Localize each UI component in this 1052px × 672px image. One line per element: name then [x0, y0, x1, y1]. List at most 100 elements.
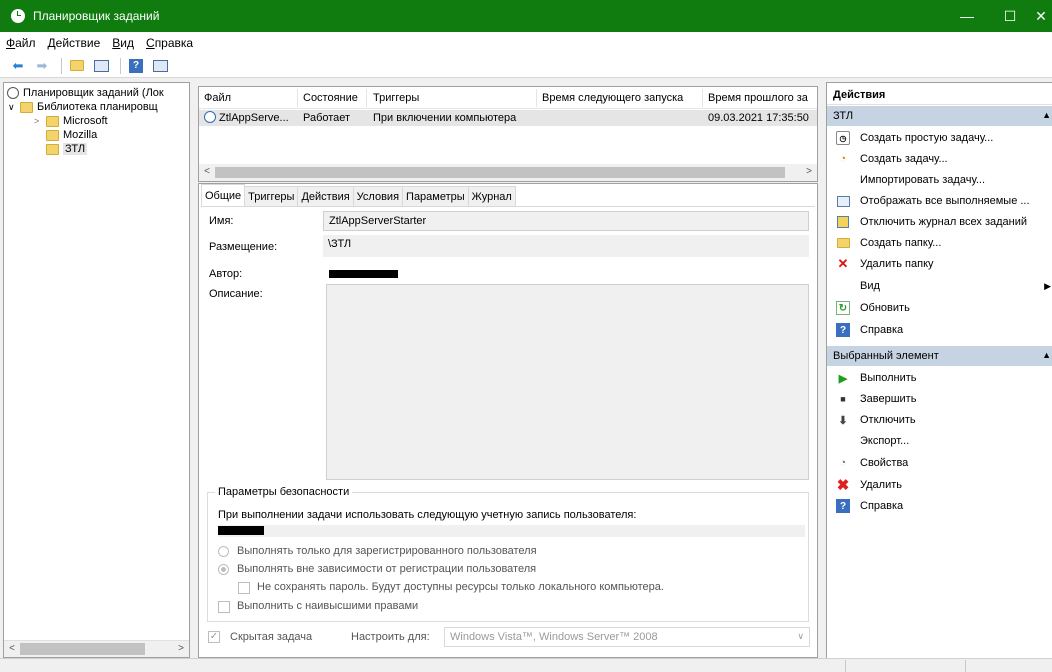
tree-horizontal-scrollbar[interactable]: < > [4, 640, 189, 657]
action-display-running-tasks[interactable]: Отображать все выполняемые ... [827, 191, 1052, 211]
tree-item-microsoft[interactable]: > Microsoft [34, 114, 108, 128]
folder-icon [46, 129, 59, 141]
menu-view[interactable]: Вид [112, 36, 134, 50]
action-label: Экспорт... [860, 435, 910, 447]
running-tasks-icon [836, 194, 850, 208]
maximize-button[interactable]: ☐ [990, 0, 1030, 32]
actions-section-selected-item[interactable]: Выбранный элемент ▲ [827, 346, 1052, 366]
menu-help[interactable]: Справка [146, 36, 193, 50]
action-delete[interactable]: ✖ Удалить [827, 475, 1052, 495]
title-bar: Планировщик заданий — ☐ ✕ [0, 0, 1052, 32]
tree-root[interactable]: Планировщик заданий (Лок [7, 86, 164, 100]
radio-logged-on-only[interactable] [218, 546, 229, 557]
action-disable-history[interactable]: Отключить журнал всех заданий [827, 212, 1052, 232]
tab-history[interactable]: Журнал [467, 186, 516, 206]
tab-actions[interactable]: Действия [297, 186, 354, 206]
tree-item-mozilla[interactable]: Mozilla [46, 128, 97, 142]
menu-file[interactable]: Файл [6, 36, 36, 50]
menu-action[interactable]: Действие [48, 36, 101, 50]
configure-for-value: Windows Vista™, Windows Server™ 2008 [450, 631, 658, 643]
toolbar: ⬅ ➡ ? [0, 54, 1052, 78]
tab-triggers[interactable]: Триггеры [244, 186, 299, 206]
disable-icon: ⬇ [838, 414, 848, 427]
action-refresh[interactable]: ↻ Обновить [827, 298, 1052, 318]
help-icon: ? [836, 323, 850, 337]
action-import-task[interactable]: Импортировать задачу... [827, 170, 1052, 190]
column-header-last-run[interactable]: Время прошлого за [708, 92, 808, 104]
action-view[interactable]: Вид ▶ [827, 276, 1052, 296]
chevron-down-icon[interactable]: ∨ [8, 102, 20, 113]
collapse-arrow-icon[interactable]: ▲ [1042, 110, 1051, 120]
action-end[interactable]: ■ Завершить [827, 389, 1052, 409]
configure-for-label: Настроить для: [351, 631, 430, 643]
folder-up-icon[interactable] [67, 57, 87, 75]
column-header-state[interactable]: Состояние [303, 92, 358, 104]
column-header-next-run[interactable]: Время следующего запуска [542, 92, 683, 104]
run-icon: ▶ [838, 372, 848, 385]
account-text: При выполнении задачи использовать следу… [218, 509, 637, 521]
table-row[interactable]: ZtlAppServe... Работает При включении ко… [199, 110, 817, 126]
do-not-store-password-label: Не сохранять пароль. Будут доступны ресу… [257, 581, 664, 593]
create-task-icon: ◔ [839, 153, 847, 165]
status-bar [0, 658, 1052, 672]
action-help-selected[interactable]: ? Справка [827, 496, 1052, 516]
action-properties[interactable]: ◔ Свойства [827, 453, 1052, 473]
create-basic-task-icon: ◷ [836, 131, 850, 145]
configure-for-select[interactable]: Windows Vista™, Windows Server™ 2008 ∨ [444, 627, 810, 647]
scroll-right-icon[interactable]: > [802, 165, 816, 179]
location-field[interactable]: \ЗТЛ [323, 235, 809, 257]
chevron-right-icon[interactable]: > [34, 116, 46, 126]
action-run[interactable]: ▶ Выполнить [827, 368, 1052, 388]
submenu-arrow-icon: ▶ [1044, 280, 1051, 291]
scroll-thumb[interactable] [215, 167, 785, 178]
help-icon[interactable]: ? [126, 57, 146, 75]
tab-general[interactable]: Общие [201, 184, 246, 206]
clock-icon [7, 87, 19, 99]
scroll-thumb[interactable] [20, 643, 145, 655]
action-label: Создать простую задачу... [860, 132, 994, 144]
tree-item-ztl[interactable]: ЗТЛ [46, 142, 88, 156]
column-header-name[interactable]: Файл [204, 92, 231, 104]
description-field[interactable] [326, 284, 809, 480]
name-field[interactable]: ZtlAppServerStarter [323, 211, 809, 231]
actions-section-folder-label: ЗТЛ [833, 110, 854, 122]
action-label: Завершить [860, 393, 917, 405]
action-create-task[interactable]: ◔ Создать задачу... [827, 149, 1052, 169]
close-button[interactable]: ✕ [1030, 0, 1052, 32]
action-help[interactable]: ? Справка [827, 320, 1052, 340]
actions-section-folder[interactable]: ЗТЛ ▲ [827, 106, 1052, 126]
tab-conditions[interactable]: Условия [352, 186, 404, 206]
hidden-task-checkbox[interactable]: ✓ [208, 631, 220, 643]
action-disable[interactable]: ⬇ Отключить [827, 410, 1052, 430]
redacted-author [329, 270, 398, 278]
radio-whether-logged-on[interactable] [218, 564, 229, 575]
action-label: Выполнить [860, 372, 917, 384]
scroll-right-icon[interactable]: > [174, 642, 188, 656]
task-last-run-cell: 09.03.2021 17:35:50 [708, 112, 809, 124]
task-triggers-cell: При включении компьютера [373, 112, 517, 124]
do-not-store-password-checkbox[interactable] [238, 582, 250, 594]
actions-header: Действия [827, 85, 1052, 105]
action-new-folder[interactable]: Создать папку... [827, 233, 1052, 253]
action-export[interactable]: Экспорт... [827, 431, 1052, 451]
show-hide-action-pane-icon[interactable] [150, 57, 170, 75]
collapse-arrow-icon[interactable]: ▲ [1042, 350, 1051, 360]
user-account-field[interactable] [218, 525, 805, 537]
action-create-basic-task[interactable]: ◷ Создать простую задачу... [827, 128, 1052, 148]
forward-arrow-icon[interactable]: ➡ [32, 57, 52, 75]
toolbar-separator [61, 57, 62, 74]
tree-library[interactable]: ∨ Библиотека планировщ [8, 100, 158, 114]
show-hide-console-tree-icon[interactable] [91, 57, 111, 75]
action-delete-folder[interactable]: ✕ Удалить папку [827, 254, 1052, 274]
column-header-triggers[interactable]: Триггеры [373, 92, 419, 104]
task-list-horizontal-scrollbar[interactable]: < > [199, 164, 817, 181]
tree-root-label: Планировщик заданий (Лок [23, 87, 164, 99]
highest-privileges-checkbox[interactable] [218, 601, 230, 613]
radio-whether-logged-on-label: Выполнять вне зависимости от регистрации… [237, 563, 537, 575]
back-arrow-icon[interactable]: ⬅ [8, 57, 28, 75]
minimize-button[interactable]: — [944, 0, 990, 32]
scroll-left-icon[interactable]: < [200, 165, 214, 179]
scroll-left-icon[interactable]: < [5, 642, 19, 656]
tab-settings[interactable]: Параметры [402, 186, 469, 206]
name-label: Имя: [209, 215, 234, 227]
